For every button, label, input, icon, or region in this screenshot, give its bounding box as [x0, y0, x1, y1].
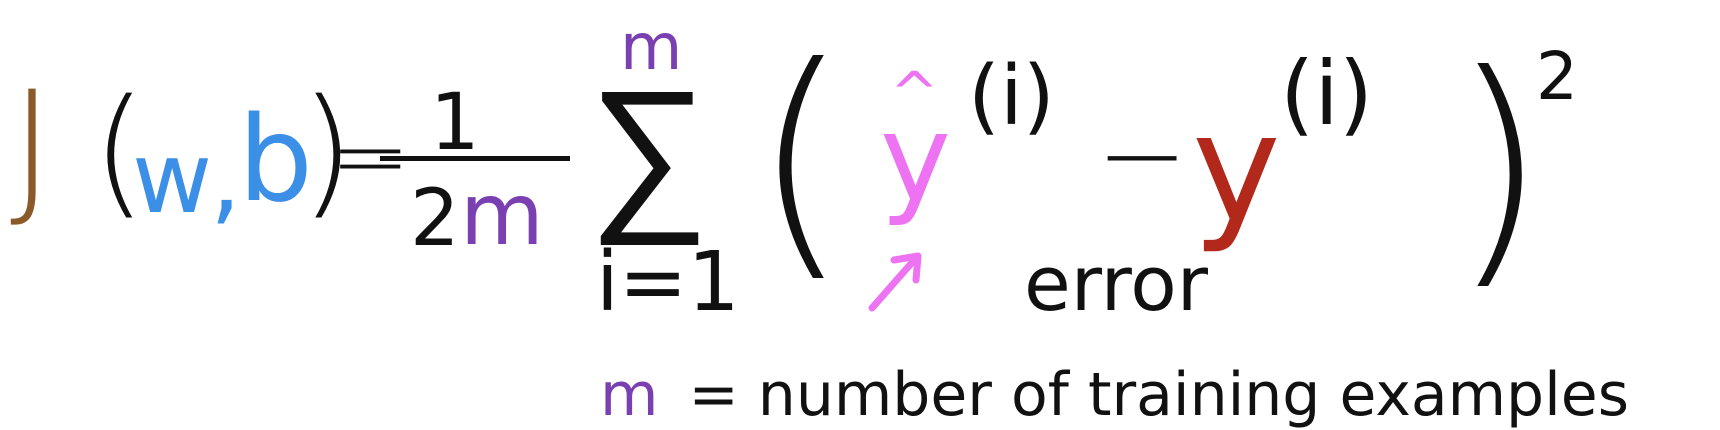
fraction-denominator-two: 2: [410, 174, 460, 264]
fraction-numerator: 1: [430, 78, 480, 168]
big-close-paren: ): [1450, 21, 1548, 312]
fraction-denominator-m: m: [460, 165, 544, 265]
footnote-symbol: m: [600, 360, 659, 430]
error-label: error: [1024, 239, 1208, 328]
arrow-up-icon: [868, 252, 922, 312]
square-exponent: 2: [1536, 38, 1578, 115]
target-y: y: [1192, 82, 1281, 256]
prediction-superscript: (i): [968, 49, 1055, 144]
summation-lower-limit: i=1: [596, 235, 740, 330]
parameter-w: w: [132, 122, 213, 236]
footnote: m = number of training examples: [600, 360, 1629, 430]
minus-sign: −: [1096, 91, 1189, 219]
target-superscript: (i): [1280, 42, 1374, 145]
cost-function-formula: J ( w , b ) = 1 2 m ∑ m i=1 ( ^ y (i) − …: [0, 0, 1720, 430]
footnote-text: = number of training examples: [688, 360, 1629, 430]
fraction-bar: [380, 156, 570, 161]
comma: ,: [210, 122, 242, 236]
summation-upper-limit: m: [620, 11, 683, 85]
cost-symbol-J: J: [10, 60, 55, 234]
summation-symbol: ∑: [588, 52, 710, 250]
big-open-paren: (: [752, 13, 850, 304]
prediction-y-hat: y: [880, 90, 952, 229]
